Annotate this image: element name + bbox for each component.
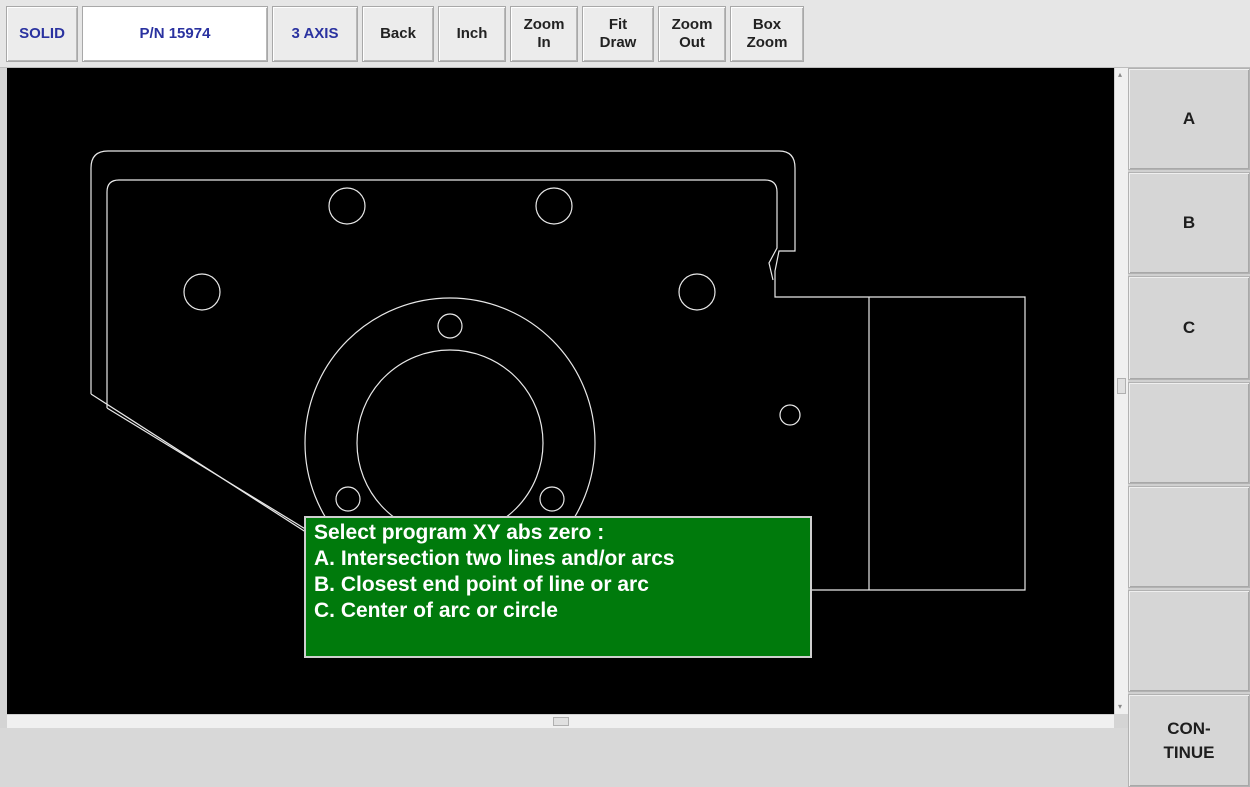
- softkey-c[interactable]: C: [1128, 276, 1250, 380]
- prompt-option-c: C. Center of arc or circle: [314, 599, 558, 622]
- zoom-in-button[interactable]: Zoom In: [510, 6, 578, 62]
- hole-small-right: [779, 404, 801, 426]
- vertical-scrollbar[interactable]: ▴ ▾: [1114, 68, 1128, 714]
- solid-button[interactable]: SOLID: [6, 6, 78, 62]
- hole-left: [183, 273, 221, 311]
- horizontal-scroll-thumb[interactable]: [553, 717, 569, 726]
- toolbar: SOLID P/N 15974 3 AXIS Back Inch Zoom In…: [0, 0, 1250, 68]
- hole-right: [678, 273, 716, 311]
- inner-profile-left-diagonal: [106, 407, 308, 531]
- inch-button[interactable]: Inch: [438, 6, 506, 62]
- scroll-down-arrow-icon[interactable]: ▾: [1118, 703, 1126, 711]
- axis-mode-button[interactable]: 3 AXIS: [272, 6, 358, 62]
- solid-label: SOLID: [19, 25, 65, 42]
- zoom-in-label: Zoom In: [523, 16, 565, 51]
- horizontal-scrollbar[interactable]: [7, 714, 1114, 728]
- softkey-4[interactable]: [1128, 382, 1250, 484]
- status-area: [0, 728, 1128, 787]
- softkey-panel: A B C CON- TINUE: [1128, 68, 1250, 787]
- inner-profile: [106, 179, 778, 408]
- hole-center-top: [437, 313, 463, 339]
- zoom-out-button[interactable]: Zoom Out: [658, 6, 726, 62]
- softkey-a[interactable]: A: [1128, 68, 1250, 170]
- part-number-button[interactable]: P/N 15974: [82, 6, 268, 62]
- softkey-c-label: C: [1182, 318, 1196, 337]
- box-zoom-button[interactable]: Box Zoom: [730, 6, 804, 62]
- softkey-a-label: A: [1182, 109, 1196, 128]
- continue-label: CON- TINUE: [1163, 718, 1215, 762]
- vertical-scroll-thumb[interactable]: [1117, 378, 1126, 394]
- continue-button[interactable]: CON- TINUE: [1128, 694, 1250, 787]
- softkey-b-label: B: [1182, 213, 1196, 232]
- inch-label: Inch: [456, 25, 488, 42]
- axis-mode-label: 3 AXIS: [291, 25, 339, 42]
- fit-draw-label: Fit Draw: [599, 16, 637, 51]
- hole-bottom-right: [539, 486, 565, 512]
- part-number-label: P/N 15974: [139, 25, 211, 42]
- prompt-option-a: A. Intersection two lines and/or arcs: [314, 547, 675, 570]
- box-zoom-label: Box Zoom: [746, 16, 788, 51]
- softkey-b[interactable]: B: [1128, 172, 1250, 274]
- fit-draw-button[interactable]: Fit Draw: [582, 6, 654, 62]
- softkey-6[interactable]: [1128, 590, 1250, 692]
- back-button[interactable]: Back: [362, 6, 434, 62]
- selection-prompt: Select program XY abs zero : A. Intersec…: [304, 516, 812, 658]
- hole-top-left: [328, 187, 366, 225]
- hole-top-right: [535, 187, 573, 225]
- prompt-title: Select program XY abs zero :: [314, 521, 605, 544]
- bore-inner-circle: [356, 349, 544, 537]
- scroll-up-arrow-icon[interactable]: ▴: [1118, 71, 1126, 79]
- hole-bottom-left: [335, 486, 361, 512]
- back-label: Back: [380, 25, 416, 42]
- prompt-option-b: B. Closest end point of line or arc: [314, 573, 649, 596]
- softkey-5[interactable]: [1128, 486, 1250, 588]
- zoom-out-label: Zoom Out: [671, 16, 713, 51]
